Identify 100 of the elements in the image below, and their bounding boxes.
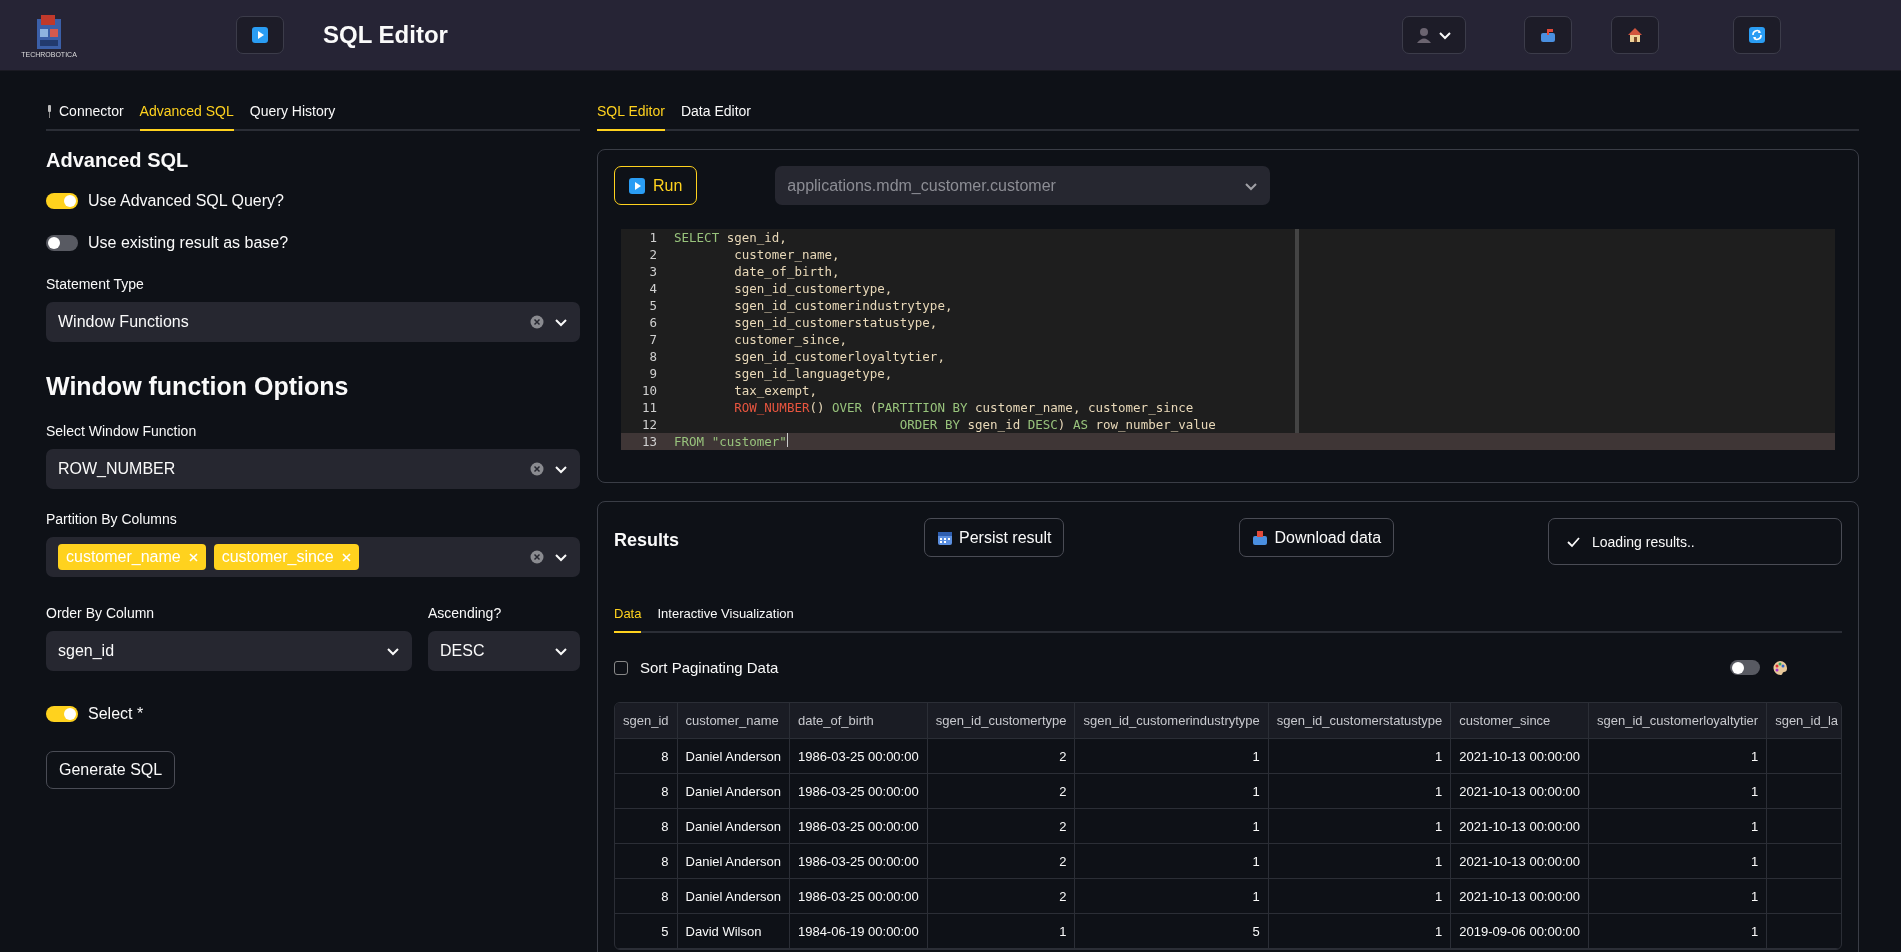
toggle-switch[interactable] xyxy=(1730,660,1760,675)
clear-icon xyxy=(530,315,544,329)
line-number: 13 xyxy=(640,433,658,450)
column-header[interactable]: customer_since xyxy=(1450,703,1589,739)
inbox-icon xyxy=(1252,529,1269,546)
table-cell: 1 xyxy=(1588,878,1767,914)
code-line: sgen_id_customerindustrytype, xyxy=(733,297,953,314)
table-cell: Daniel Anderson xyxy=(677,878,790,914)
column-header[interactable]: date_of_birth xyxy=(789,703,928,739)
clear-icon xyxy=(530,462,544,476)
checkbox[interactable] xyxy=(614,660,628,675)
field-label: Partition By Columns xyxy=(46,511,178,527)
refresh-button[interactable] xyxy=(1733,16,1781,54)
table-cell: 2 xyxy=(927,773,1075,809)
field-label: Statement Type xyxy=(46,276,145,292)
table-cell: 2021-10-13 00:00:00 xyxy=(1450,843,1589,879)
code-line: FROM "customer" xyxy=(674,433,787,450)
column-header[interactable]: customer_name xyxy=(677,703,790,739)
table-cell: 1 xyxy=(1075,738,1269,774)
code-editor[interactable] xyxy=(621,229,1835,450)
code-line: sgen_id_customerloyaltytier, xyxy=(733,348,945,365)
table-cell: 1 xyxy=(1268,913,1451,949)
table-cell: 1986-03-25 00:00:00 xyxy=(789,878,928,914)
toggle-label: Select * xyxy=(88,705,144,723)
toggle-label: Use existing result as base? xyxy=(88,234,289,252)
dropdown-value: sgen_id xyxy=(58,642,116,660)
mailbox-button[interactable] xyxy=(1524,16,1572,54)
column-header[interactable]: sgen_id_customerindustrytype xyxy=(1075,703,1269,739)
table-cell: 2021-10-13 00:00:00 xyxy=(1450,878,1589,914)
table-cell: 2019-09-06 00:00:00 xyxy=(1450,913,1589,949)
table-cell: 1986-03-25 00:00:00 xyxy=(789,808,928,844)
code-line: customer_name, xyxy=(733,246,840,263)
column-header[interactable]: sgen_id_customerloyaltytier xyxy=(1588,703,1767,739)
table-cell: 1986-03-25 00:00:00 xyxy=(789,738,928,774)
table-cell: 1 xyxy=(1075,843,1269,879)
table-select[interactable]: applications.mdm_customer.customer xyxy=(775,166,1271,205)
section-heading: Window function Options xyxy=(46,372,350,401)
line-number: 1 xyxy=(648,229,658,246)
column-header[interactable]: sgen_id xyxy=(615,703,678,739)
toggle-switch[interactable] xyxy=(46,706,78,722)
tab[interactable]: Advanced SQL xyxy=(139,103,234,131)
page-title: SQL Editor xyxy=(323,21,448,49)
user-menu-button[interactable] xyxy=(1402,16,1466,54)
home-button[interactable] xyxy=(1611,16,1659,54)
toggle-switch[interactable] xyxy=(46,193,78,209)
table-cell: Daniel Anderson xyxy=(677,843,790,879)
line-number: 2 xyxy=(648,246,658,263)
line-number: 7 xyxy=(648,331,658,348)
table-cell: Daniel Anderson xyxy=(677,738,790,774)
section-heading: Results xyxy=(614,530,681,551)
code-line: date_of_birth, xyxy=(733,263,840,280)
column-header[interactable]: sgen_id_la xyxy=(1766,703,1841,739)
download-data-button[interactable]: Download data xyxy=(1239,518,1395,557)
line-number: 8 xyxy=(648,348,658,365)
dropdown-value: Window Functions xyxy=(58,313,190,331)
section-heading: Advanced SQL xyxy=(46,149,190,172)
table-cell: 1 xyxy=(1588,808,1767,844)
field-label: Ascending? xyxy=(428,605,503,621)
table-cell: 8 xyxy=(615,878,678,914)
table-cell: 8 xyxy=(615,843,678,879)
dropdown[interactable]: ROW_NUMBER xyxy=(46,449,580,489)
line-number: 5 xyxy=(648,297,658,314)
tab[interactable]: Data xyxy=(614,606,642,633)
user-icon xyxy=(1416,27,1432,43)
run-button[interactable]: Run xyxy=(614,166,698,205)
line-number: 3 xyxy=(648,263,658,280)
table-cell: 2 xyxy=(927,843,1075,879)
dropdown[interactable]: DESC xyxy=(428,631,580,671)
table-cell: 2 xyxy=(927,808,1075,844)
refresh-icon xyxy=(1749,27,1765,43)
tab[interactable]: Connector xyxy=(46,103,124,131)
dropdown[interactable]: sgen_id xyxy=(46,631,412,671)
table-cell: 8 xyxy=(615,738,678,774)
run-button[interactable] xyxy=(236,16,284,54)
tab[interactable]: Interactive Visualization xyxy=(657,606,794,633)
line-number: 10 xyxy=(640,382,658,399)
field-label: Order By Column xyxy=(46,605,156,621)
table-cell: Daniel Anderson xyxy=(677,808,790,844)
line-number: 11 xyxy=(640,399,658,416)
table-cell: 2 xyxy=(927,878,1075,914)
column-header[interactable]: sgen_id_customertype xyxy=(927,703,1075,739)
line-number: 4 xyxy=(648,280,658,297)
dropdown[interactable]: Window Functions xyxy=(46,302,580,342)
table-cell: 1 xyxy=(1075,878,1269,914)
column-header[interactable]: sgen_id_customerstatustype xyxy=(1268,703,1451,739)
code-line: customer_since, xyxy=(733,331,848,348)
table-cell: 1 xyxy=(1268,808,1451,844)
palette-icon xyxy=(1772,659,1788,676)
tab[interactable]: Data Editor xyxy=(680,103,751,131)
clear-icon xyxy=(530,550,544,564)
persist-result-button[interactable]: Persist result xyxy=(924,518,1065,557)
tab[interactable]: Query History xyxy=(249,103,336,131)
tab[interactable]: SQL Editor xyxy=(597,103,665,131)
toggle-switch[interactable] xyxy=(46,235,78,251)
table-cell: 1 xyxy=(927,913,1075,949)
generate-sql-button[interactable]: Generate SQL xyxy=(46,751,176,789)
table-cell: 1 xyxy=(1268,878,1451,914)
table-cell: David Wilson xyxy=(677,913,790,949)
chevron-down-icon xyxy=(554,645,568,657)
toggle-label: Use Advanced SQL Query? xyxy=(88,192,284,210)
